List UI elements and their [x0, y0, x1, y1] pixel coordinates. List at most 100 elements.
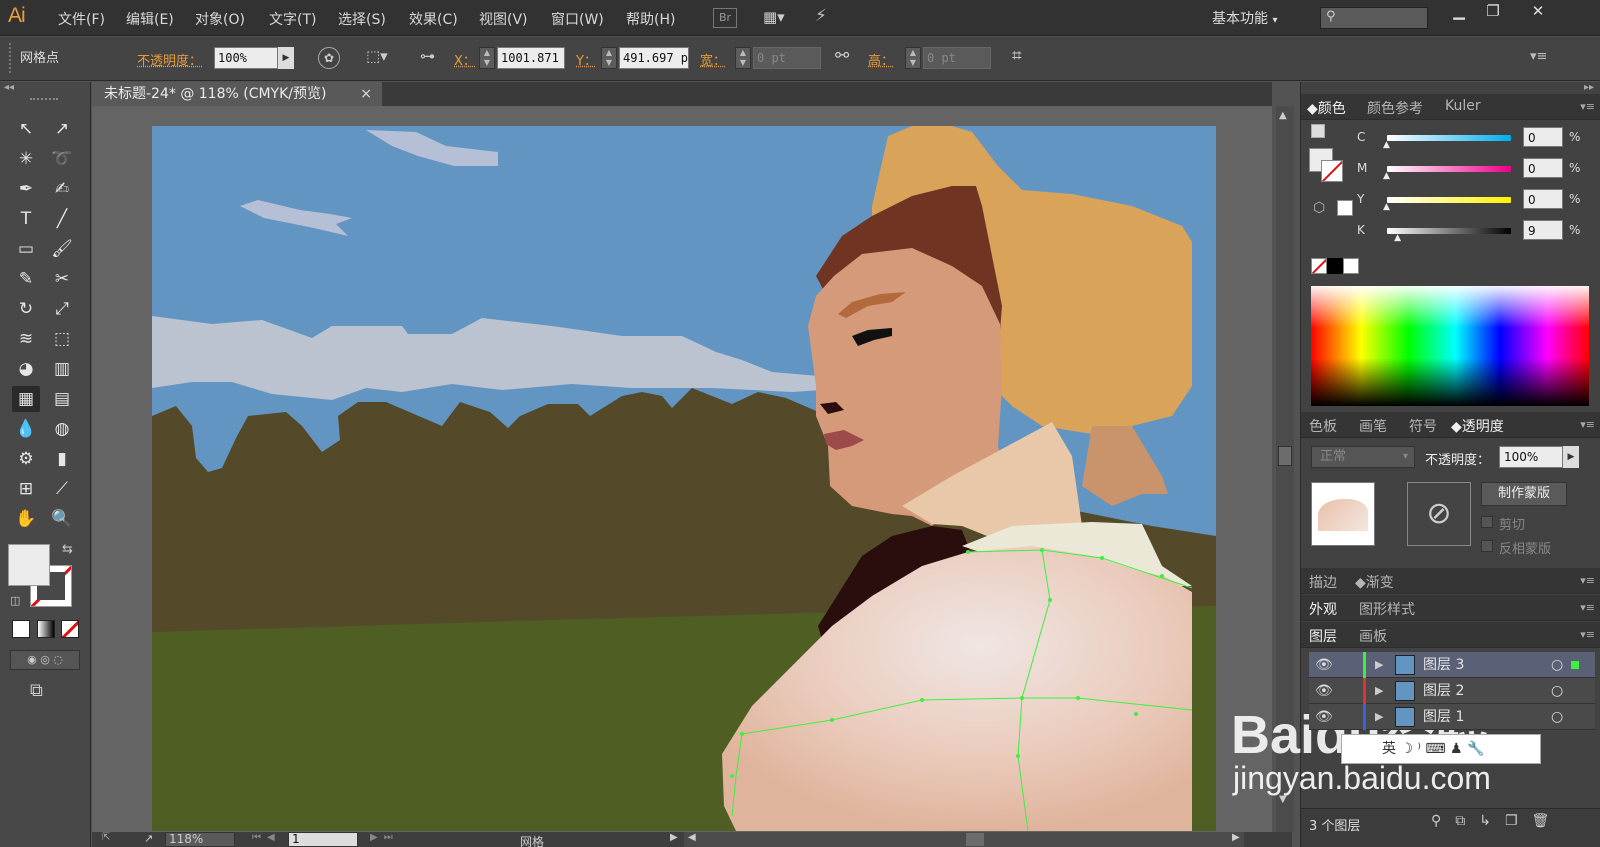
- lasso-tool-icon[interactable]: ➰: [48, 146, 76, 172]
- menu-help[interactable]: 帮助(H): [626, 9, 675, 29]
- channel-slider-y[interactable]: [1387, 197, 1511, 203]
- default-fill-stroke-icon[interactable]: ◫: [10, 594, 20, 607]
- swap-fill-stroke-icon[interactable]: ⇆: [62, 542, 73, 557]
- color-panel-menu-icon[interactable]: ▾≡: [1580, 100, 1595, 113]
- target-icon[interactable]: ○: [1551, 678, 1563, 704]
- eyedropper-tool-icon[interactable]: 💧: [12, 416, 40, 442]
- arrange-documents-icon[interactable]: ▦▾: [763, 8, 797, 28]
- channel-value-y[interactable]: 0: [1523, 189, 1563, 209]
- artboard[interactable]: [152, 126, 1216, 831]
- close-window-button[interactable]: ✕: [1518, 0, 1558, 24]
- opacity-label[interactable]: 不透明度：: [137, 50, 202, 69]
- channel-value-k[interactable]: 9: [1523, 220, 1563, 240]
- target-icon[interactable]: ○: [1551, 704, 1563, 730]
- tab-layers[interactable]: 图层: [1309, 626, 1337, 646]
- screen-mode-icon[interactable]: ⧉: [30, 680, 43, 701]
- warp-tool-icon[interactable]: ≋: [12, 326, 40, 352]
- paintbrush-tool-icon[interactable]: 🖌: [48, 236, 76, 262]
- pencil-tool-icon[interactable]: ✎: [12, 266, 40, 292]
- menu-window[interactable]: 窗口(W): [551, 9, 604, 29]
- channel-slider-k[interactable]: [1387, 228, 1511, 234]
- tab-swatches[interactable]: 色板: [1309, 416, 1337, 436]
- document-tab[interactable]: 未标题-24* @ 118% (CMYK/预览) ×: [92, 82, 382, 106]
- x-field[interactable]: 1001.871: [497, 47, 565, 69]
- line-tool-icon[interactable]: ╱: [48, 206, 76, 232]
- zoom-field[interactable]: 118%: [165, 832, 235, 847]
- white-swatch[interactable]: [1343, 258, 1359, 274]
- height-label[interactable]: 高：: [868, 50, 894, 69]
- channel-value-c[interactable]: 0: [1523, 127, 1563, 147]
- scale-tool-icon[interactable]: ⤢: [48, 296, 76, 322]
- height-field[interactable]: 0 pt: [923, 47, 991, 69]
- appearance-menu-icon[interactable]: ▾≡: [1580, 601, 1595, 614]
- search-input[interactable]: ⚲: [1320, 7, 1428, 29]
- pen-tool-icon[interactable]: ✒: [12, 176, 40, 202]
- none-mode-button[interactable]: [61, 620, 79, 638]
- close-tab-icon[interactable]: ×: [360, 82, 372, 106]
- recolor-artwork-icon[interactable]: ✿: [318, 47, 340, 69]
- rotate-tool-icon[interactable]: ↻: [12, 296, 40, 322]
- gpu-performance-icon[interactable]: ⚡: [815, 6, 843, 30]
- magic-wand-tool-icon[interactable]: ✳: [12, 146, 40, 172]
- layer-row[interactable]: 👁 ▶ 图层 3 ○: [1309, 652, 1595, 678]
- hand-tool-icon[interactable]: ✋: [12, 506, 40, 532]
- channel-handle-m[interactable]: ▲: [1383, 171, 1390, 181]
- opacity-field[interactable]: 100%: [214, 47, 278, 69]
- artwork-svg[interactable]: [152, 126, 1216, 831]
- artboard-tool-icon[interactable]: ⊞: [12, 476, 40, 502]
- selection-tool-icon[interactable]: ↖: [12, 116, 40, 142]
- tab-stroke[interactable]: 描边: [1309, 572, 1337, 592]
- workspace-switcher[interactable]: 基本功能 ▾: [1212, 8, 1277, 28]
- width-stepper[interactable]: ▲ ▼: [735, 47, 751, 69]
- width-field[interactable]: 0 pt: [753, 47, 821, 69]
- menu-edit[interactable]: 编辑(E): [126, 9, 174, 29]
- expand-arrow-icon[interactable]: ▶: [1375, 704, 1383, 730]
- channel-handle-k[interactable]: ▲: [1394, 233, 1401, 243]
- expand-arrow-icon[interactable]: ▶: [1375, 652, 1383, 678]
- horizontal-scrollbar[interactable]: ◀ ▶: [684, 832, 1244, 847]
- layer-actions-icon[interactable]: ⚲⧉↳❐🗑: [1431, 813, 1563, 829]
- default-colors-icon[interactable]: [1311, 124, 1325, 138]
- gradient-tool-icon[interactable]: ▤: [48, 386, 76, 412]
- restore-button[interactable]: ❐: [1474, 0, 1512, 24]
- tab-brushes[interactable]: 画笔: [1359, 416, 1387, 436]
- width-label[interactable]: 宽：: [700, 50, 726, 69]
- tab-gradient[interactable]: ◆渐变: [1355, 572, 1394, 592]
- last-artboard-icon[interactable]: ▶⏭: [370, 832, 399, 843]
- tab-kuler[interactable]: Kuler: [1445, 98, 1481, 114]
- page-field[interactable]: 1: [288, 832, 358, 847]
- collapse-icon[interactable]: ◂◂: [4, 82, 14, 93]
- artboard-nav-icon[interactable]: ⇱: [102, 832, 110, 843]
- type-tool-icon[interactable]: T: [12, 206, 40, 232]
- color-stroke-swatch[interactable]: [1321, 160, 1343, 182]
- make-mask-button[interactable]: 制作蒙版: [1481, 482, 1567, 506]
- black-swatch[interactable]: [1327, 258, 1343, 274]
- tab-color[interactable]: ◆颜色: [1307, 98, 1346, 118]
- opacity-arrow-button[interactable]: ▶: [278, 47, 294, 69]
- height-stepper[interactable]: ▲ ▼: [905, 47, 921, 69]
- channel-handle-y[interactable]: ▲: [1383, 202, 1390, 212]
- scissors-tool-icon[interactable]: ✂: [48, 266, 76, 292]
- expand-panels-icon[interactable]: ▸▸: [1584, 82, 1594, 93]
- menu-select[interactable]: 选择(S): [338, 9, 386, 29]
- out-of-gamut-icon[interactable]: ⬡: [1313, 200, 1325, 216]
- tab-appearance[interactable]: 外观: [1309, 599, 1337, 619]
- drawing-modes-icon[interactable]: ◉ ◎ ◌: [10, 650, 80, 670]
- blend-mode-select[interactable]: 正常 ▾: [1311, 446, 1415, 468]
- tab-color-guide[interactable]: 颜色参考: [1367, 98, 1423, 118]
- tab-symbols[interactable]: 符号: [1409, 416, 1437, 436]
- ime-toolbar[interactable]: 英 ☽ ⁾ ⌨ ♟ 🔧: [1341, 734, 1541, 764]
- shape-builder-tool-icon[interactable]: ◕: [12, 356, 40, 382]
- web-safe-swatch[interactable]: [1337, 200, 1353, 216]
- reference-point-icon[interactable]: ⬚▾: [366, 47, 398, 69]
- channel-value-m[interactable]: 0: [1523, 158, 1563, 178]
- selected-art-indicator[interactable]: [1571, 661, 1579, 669]
- expand-arrow-icon[interactable]: ▶: [1375, 678, 1383, 704]
- x-stepper[interactable]: ▲ ▼: [479, 47, 495, 69]
- hscroll-thumb[interactable]: [966, 833, 984, 846]
- control-menu-icon[interactable]: ▾≡: [1530, 49, 1547, 64]
- tab-graphic-styles[interactable]: 图形样式: [1359, 599, 1415, 619]
- scroll-up-icon[interactable]: ▲: [1279, 110, 1287, 121]
- gradient-mode-button[interactable]: [37, 620, 55, 638]
- graph-tool-icon[interactable]: ▥: [48, 356, 76, 382]
